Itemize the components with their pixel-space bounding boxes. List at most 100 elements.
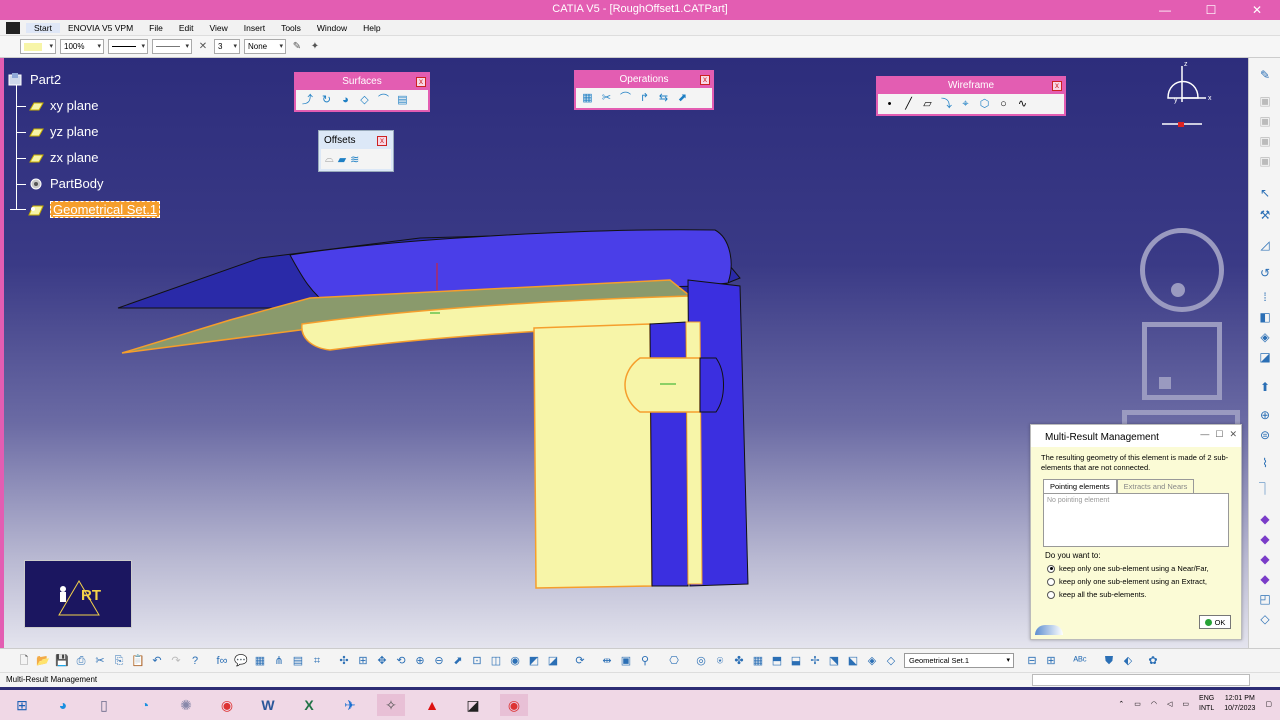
body-icon[interactable]: ▣	[618, 654, 634, 668]
close-icon[interactable]: ✕	[1234, 0, 1280, 20]
option-near-far[interactable]: keep only one sub-element using a Near/F…	[1031, 562, 1241, 575]
parameters-icon[interactable]: ⊞	[1043, 654, 1059, 668]
boundary-icon[interactable]: ⌒	[618, 91, 633, 105]
current-geometrical-set-select[interactable]: Geometrical Set.1 ▾	[904, 653, 1014, 668]
layer-select[interactable]: None ▾	[244, 39, 286, 54]
translate-icon[interactable]: ⇆	[656, 91, 671, 105]
menu-start[interactable]: Start	[26, 22, 60, 33]
maximize-icon[interactable]: ☐	[1215, 429, 1223, 440]
clock[interactable]: 12:01 PM 10/7/2023	[1224, 694, 1255, 714]
point-symbol-icon[interactable]: ✕	[196, 40, 210, 54]
clean-icon[interactable]: ⊕	[1257, 408, 1273, 422]
redo-icon[interactable]: ↷	[168, 654, 184, 668]
line-type-select[interactable]: ▾	[152, 39, 192, 54]
rotate-navigator[interactable]	[1140, 228, 1224, 312]
annotation-plane-icon[interactable]: ⬔	[826, 654, 842, 668]
spline-icon[interactable]: ∿	[1015, 97, 1030, 111]
draft-icon[interactable]: ⬆	[1257, 380, 1273, 394]
tree-item-partbody[interactable]: PartBody	[28, 176, 103, 191]
edge-icon[interactable]: ◕	[49, 694, 77, 716]
radio-icon[interactable]	[1047, 564, 1055, 573]
extrapolate-icon[interactable]: ⬈	[675, 91, 690, 105]
graphic-properties-icon[interactable]: ✦	[308, 40, 322, 54]
command-input[interactable]	[1032, 674, 1250, 686]
law-icon[interactable]: ◪	[1257, 350, 1273, 364]
table-icon[interactable]: ▦	[252, 654, 268, 668]
notifications-icon[interactable]: ▢	[1265, 700, 1272, 708]
catalog-icon[interactable]: ▤	[290, 654, 306, 668]
copy-icon[interactable]: ⎘	[111, 654, 127, 668]
menu-enovia[interactable]: ENOVIA V5 VPM	[60, 23, 141, 33]
pattern-icon[interactable]: ⁞	[1257, 290, 1273, 304]
projection-icon[interactable]: ⤵	[939, 97, 954, 111]
constraint-icon[interactable]: ◆	[1257, 572, 1273, 586]
fill-color-select[interactable]: ▾	[20, 39, 56, 54]
knowledge-icon[interactable]: ◰	[1257, 592, 1273, 606]
constraint-icon[interactable]: ◆	[1257, 532, 1273, 546]
menu-tools[interactable]: Tools	[273, 23, 309, 33]
catalog-browser-icon[interactable]: ⬖	[1120, 654, 1136, 668]
radio-icon[interactable]	[1047, 577, 1055, 586]
axis-icon[interactable]: ↺	[1257, 266, 1273, 280]
split-icon[interactable]: ✂	[599, 91, 614, 105]
circle-icon[interactable]: ○	[996, 97, 1011, 111]
menu-insert[interactable]: Insert	[236, 23, 273, 33]
comment-icon[interactable]: 💬	[233, 654, 249, 668]
print-icon[interactable]: ⎙	[73, 654, 89, 668]
variable-offset-icon[interactable]: ▰	[338, 153, 346, 166]
plane-icon[interactable]: ▱	[920, 97, 935, 111]
edge-browser-icon[interactable]: ◔	[131, 694, 159, 716]
chrome-icon[interactable]: ◉	[213, 694, 241, 716]
close-icon[interactable]: x	[700, 75, 710, 85]
offset-icon[interactable]: ◇	[357, 93, 372, 107]
pan-icon[interactable]: ✥	[374, 654, 390, 668]
tree-item-xy-plane[interactable]: xy plane	[28, 98, 98, 113]
fit-all-icon[interactable]: ⊞	[355, 654, 371, 668]
layer-icon[interactable]: ◎	[693, 654, 709, 668]
quick-select-icon[interactable]: ⬕	[845, 654, 861, 668]
ok-button[interactable]: OK	[1199, 615, 1231, 629]
formula-icon[interactable]: f∞	[214, 654, 230, 668]
rough-offset-icon[interactable]: ≋	[350, 153, 359, 166]
surfaces-toolbar[interactable]: Surfaces x ⤴ ↻ ◕ ◇ ⌒ ▤	[294, 72, 430, 112]
sketch-icon[interactable]: ✎	[1257, 68, 1273, 82]
macro-icon[interactable]: ⌗	[309, 654, 325, 668]
camera-icon[interactable]: ⎔	[666, 654, 682, 668]
annotation-icon[interactable]: ◇	[1257, 612, 1273, 626]
pan-navigator[interactable]	[1142, 322, 1222, 400]
close-icon[interactable]: ✕	[1229, 429, 1237, 440]
tree-item-yz-plane[interactable]: yz plane	[28, 124, 98, 139]
tray-chevron-icon[interactable]: ⌃	[1118, 700, 1124, 708]
catia-task-icon[interactable]: ✧	[377, 694, 405, 716]
zoom-out-icon[interactable]: ⊖	[431, 654, 447, 668]
pointing-elements-list[interactable]: No pointing element	[1043, 493, 1229, 547]
normal-view-icon[interactable]: ⬈	[450, 654, 466, 668]
geometry-set-icon[interactable]: ◈	[864, 654, 880, 668]
menu-view[interactable]: View	[202, 23, 236, 33]
fillet-icon[interactable]: ↱	[637, 91, 652, 105]
measure-icon[interactable]: ⚒	[1257, 208, 1273, 222]
bulb-icon[interactable]: ⚲	[637, 654, 653, 668]
battery-icon[interactable]: ▭	[1182, 700, 1189, 708]
sphere-icon[interactable]: ◕	[338, 93, 353, 107]
tree-icon[interactable]: ⋔	[271, 654, 287, 668]
define-work-object-icon[interactable]: ◇	[883, 654, 899, 668]
graph-icon[interactable]: ⏋	[1257, 482, 1273, 496]
minimize-icon[interactable]: —	[1200, 429, 1209, 440]
operations-toolbar[interactable]: Operations x ▦ ✂ ⌒ ↱ ⇆ ⬈	[574, 70, 714, 110]
offsets-toolbar[interactable]: Offsets x ⌓ ▰ ≋	[318, 130, 394, 172]
tab-pointing-elements[interactable]: Pointing elements	[1043, 479, 1117, 493]
rotate-handle[interactable]	[1171, 283, 1185, 297]
pan-handle[interactable]	[1159, 377, 1171, 389]
option-keep-all[interactable]: keep all the sub-elements.	[1031, 588, 1241, 601]
shield-icon[interactable]: ⛊	[1101, 654, 1117, 668]
open-icon[interactable]: 📂	[35, 654, 51, 668]
menu-window[interactable]: Window	[309, 23, 355, 33]
parallel-curve-icon[interactable]: ⬡	[977, 97, 992, 111]
compass-icon[interactable]: z x y	[1158, 58, 1218, 130]
join-icon[interactable]: ▦	[580, 91, 595, 105]
swap-space-icon[interactable]: ◪	[545, 654, 561, 668]
language-indicator[interactable]: ENG INTL	[1199, 694, 1214, 714]
connect-icon[interactable]: ⊜	[1257, 428, 1273, 442]
close-icon[interactable]: x	[1052, 81, 1062, 91]
